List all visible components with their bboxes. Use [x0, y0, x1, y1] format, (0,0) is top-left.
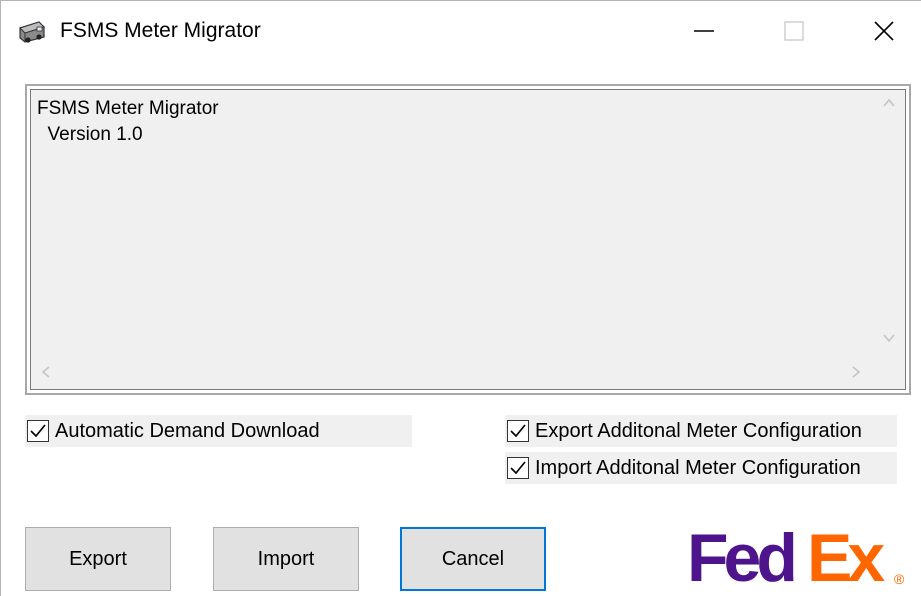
- checkbox-box[interactable]: [27, 420, 49, 442]
- log-line: FSMS Meter Migrator: [37, 98, 219, 119]
- cancel-button[interactable]: Cancel: [400, 527, 546, 591]
- log-text: FSMS Meter Migrator Version 1.0: [37, 96, 219, 148]
- checkbox-label[interactable]: Automatic Demand Download: [55, 420, 320, 443]
- horizontal-scrollbar[interactable]: [31, 355, 871, 389]
- checkbox-label[interactable]: Export Additonal Meter Configuration: [535, 420, 862, 443]
- scroll-up-icon[interactable]: [880, 94, 898, 115]
- checkbox-label[interactable]: Import Additonal Meter Configuration: [535, 457, 861, 480]
- checkbox-box[interactable]: [507, 420, 529, 442]
- close-icon: [874, 21, 894, 41]
- window-title: FSMS Meter Migrator: [60, 19, 261, 42]
- vertical-scrollbar[interactable]: [871, 90, 905, 354]
- export-button[interactable]: Export: [25, 527, 171, 591]
- log-output-box[interactable]: FSMS Meter Migrator Version 1.0: [25, 84, 911, 395]
- maximize-icon: [784, 21, 804, 41]
- registered-mark: ®: [894, 571, 905, 587]
- checkmark-icon: [510, 461, 526, 475]
- logo-fed-text: Fed: [687, 521, 794, 591]
- app-window: FSMS Meter Migrator FSMS Meter Migrator …: [0, 0, 921, 596]
- maximize-button[interactable]: [771, 11, 817, 51]
- checkmark-icon: [30, 424, 46, 438]
- log-line: Version 1.0: [37, 124, 143, 145]
- scroll-right-icon[interactable]: [847, 363, 865, 384]
- scroll-left-icon[interactable]: [37, 363, 55, 384]
- fedex-logo: Fed Ex ®: [687, 521, 905, 591]
- scroll-down-icon[interactable]: [880, 329, 898, 350]
- minimize-button[interactable]: [681, 11, 727, 51]
- checkbox-box[interactable]: [507, 457, 529, 479]
- title-bar[interactable]: FSMS Meter Migrator: [1, 1, 921, 63]
- scrollbar-corner: [871, 355, 905, 389]
- import-button[interactable]: Import: [213, 527, 359, 591]
- log-text-area[interactable]: FSMS Meter Migrator Version 1.0: [30, 89, 906, 390]
- minimize-icon: [694, 30, 714, 32]
- close-button[interactable]: [861, 11, 907, 51]
- checkmark-icon: [510, 424, 526, 438]
- logo-ex-text: Ex: [807, 521, 885, 591]
- automatic-demand-download-checkbox[interactable]: Automatic Demand Download: [25, 415, 412, 447]
- import-additional-config-checkbox[interactable]: Import Additonal Meter Configuration: [505, 452, 897, 484]
- export-additional-config-checkbox[interactable]: Export Additonal Meter Configuration: [505, 415, 897, 447]
- truck-icon: [19, 21, 45, 43]
